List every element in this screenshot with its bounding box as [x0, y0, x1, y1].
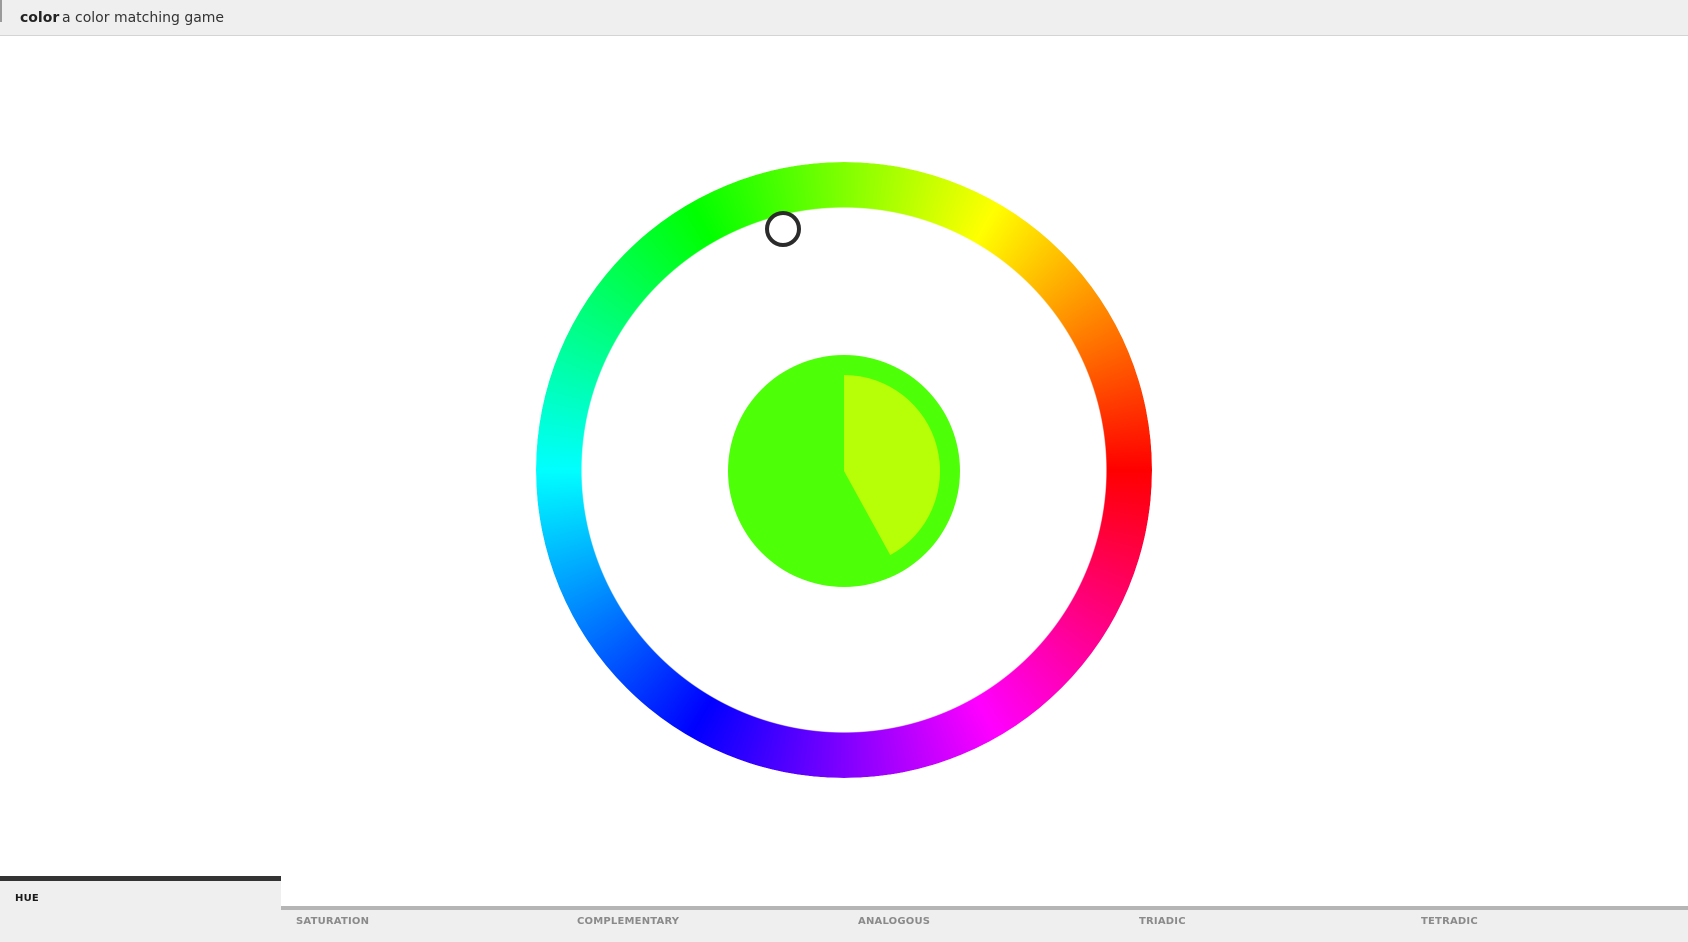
window-edge [0, 0, 2, 22]
tab-triadic-label: TRIADIC [1139, 916, 1186, 927]
tab-indicator [843, 906, 1124, 910]
tab-analogous-label: ANALOGOUS [858, 916, 931, 927]
hue-selector-handle[interactable] [765, 211, 801, 247]
tab-tetradic[interactable]: TETRADIC [1406, 906, 1688, 942]
tab-complementary-label: COMPLEMENTARY [577, 916, 680, 927]
color-swatch [728, 355, 960, 587]
app-name: color [20, 10, 60, 26]
tab-complementary[interactable]: COMPLEMENTARY [562, 906, 843, 942]
game-stage [0, 36, 1688, 876]
top-bar: color a color matching game [0, 0, 1688, 36]
tab-indicator [562, 906, 843, 910]
tab-tetradic-label: TETRADIC [1421, 916, 1478, 927]
tab-indicator [1124, 906, 1406, 910]
tab-indicator [1406, 906, 1688, 910]
tab-saturation[interactable]: SATURATION [281, 906, 562, 942]
mode-tab-bar: HUE SATURATION COMPLEMENTARY ANALOGOUS T… [0, 876, 1688, 942]
app-tagline: a color matching game [62, 10, 225, 26]
tab-saturation-label: SATURATION [296, 916, 370, 927]
tab-analogous[interactable]: ANALOGOUS [843, 906, 1124, 942]
tab-hue[interactable]: HUE [0, 876, 281, 942]
tab-indicator [0, 876, 281, 881]
tab-triadic[interactable]: TRIADIC [1124, 906, 1406, 942]
tab-indicator [281, 906, 562, 910]
tab-hue-label: HUE [15, 893, 39, 904]
